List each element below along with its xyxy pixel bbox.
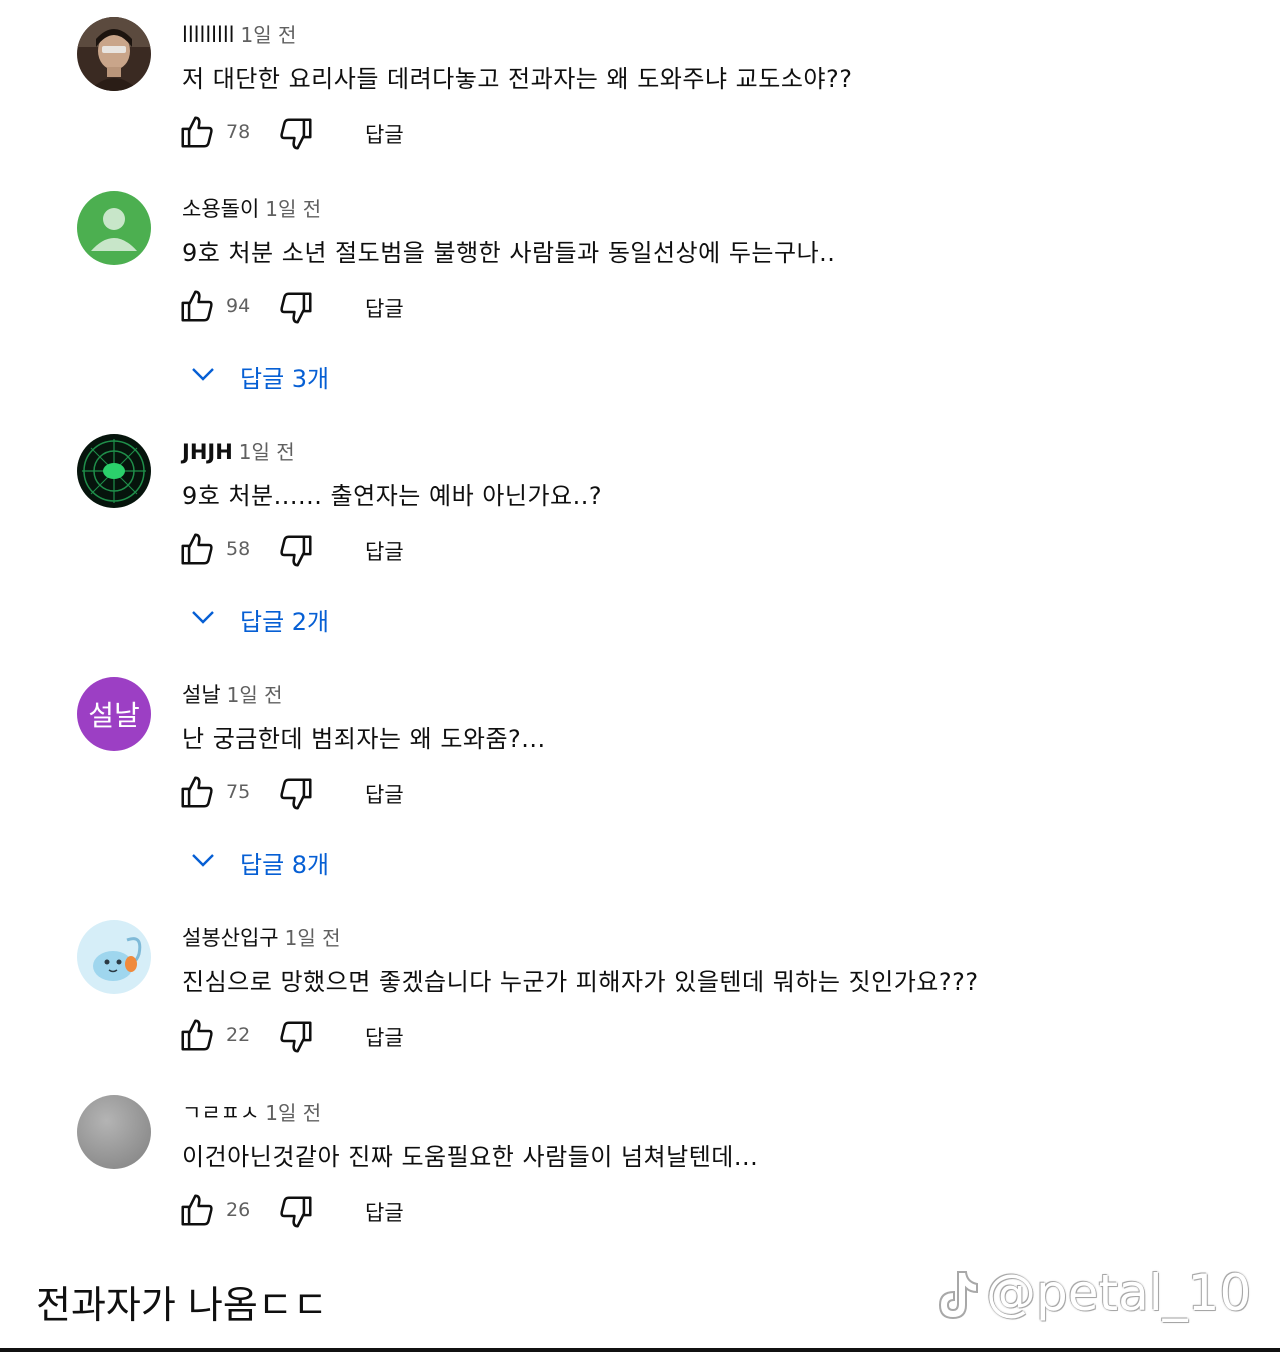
author-name[interactable]: ㄱㄹㅍㅅ xyxy=(182,1101,259,1125)
reply-button[interactable]: 답글 xyxy=(365,779,404,809)
comment-time: 1일 전 xyxy=(240,23,297,47)
dislike-button[interactable] xyxy=(277,115,315,153)
reply-button[interactable]: 답글 xyxy=(365,1197,404,1227)
comment-text: 저 대단한 요리사들 데려다놓고 전과자는 왜 도와주냐 교도소야?? xyxy=(182,65,853,93)
author-name[interactable]: 설날 xyxy=(182,683,221,707)
like-button[interactable] xyxy=(178,1191,216,1229)
replies-count: 답글 8개 xyxy=(240,851,330,879)
view-replies-button[interactable]: 답글 2개 xyxy=(188,598,388,638)
like-count: 58 xyxy=(226,538,251,560)
comment-actions: 78 답글 xyxy=(178,113,478,153)
comment-meta: JHJH 1일 전 xyxy=(182,436,295,465)
like-count: 94 xyxy=(226,295,251,317)
avatar[interactable] xyxy=(77,191,151,265)
thumb-down-icon xyxy=(280,1196,312,1228)
avatar[interactable] xyxy=(77,17,151,91)
thumb-up-icon xyxy=(181,533,213,565)
comment-actions: 75 답글 xyxy=(178,773,478,813)
avatar[interactable]: 설날 xyxy=(77,677,151,751)
default-person-icon xyxy=(77,191,151,265)
chevron-down-icon xyxy=(188,847,218,873)
comment-actions: 26 답글 xyxy=(178,1191,478,1231)
reply-button[interactable]: 답글 xyxy=(365,119,404,149)
caption-text: 전과자가 나옴ㄷㄷ xyxy=(36,1283,328,1327)
like-button[interactable] xyxy=(178,287,216,325)
thumb-down-icon xyxy=(280,535,312,567)
tiktok-logo-icon xyxy=(932,1268,980,1322)
comment-actions: 94 답글 xyxy=(178,287,478,327)
comment-actions: 22 답글 xyxy=(178,1016,478,1056)
comment-time: 1일 전 xyxy=(265,197,322,221)
comment-time: 1일 전 xyxy=(238,440,295,464)
comment-text: 난 궁금한데 범죄자는 왜 도와줌?... xyxy=(182,725,546,753)
thumb-up-icon xyxy=(181,776,213,808)
dislike-button[interactable] xyxy=(277,775,315,813)
replies-count: 답글 2개 xyxy=(240,608,330,636)
thumb-down-icon xyxy=(280,1021,312,1053)
avatar[interactable] xyxy=(77,434,151,508)
comment-meta: 소용돌이 1일 전 xyxy=(182,193,321,223)
cartoon-character-icon xyxy=(77,920,151,994)
comment-meta: 설봉산입구 1일 전 xyxy=(182,922,341,952)
avatar[interactable] xyxy=(77,920,151,994)
like-button[interactable] xyxy=(178,1016,216,1054)
thumb-up-icon xyxy=(181,290,213,322)
watermark: @petal_10 xyxy=(932,1262,1262,1326)
comment-time: 1일 전 xyxy=(265,1101,322,1125)
dislike-button[interactable] xyxy=(277,1193,315,1231)
thumb-down-icon xyxy=(280,778,312,810)
watermark-text: @petal_10 xyxy=(986,1264,1252,1322)
view-replies-button[interactable]: 답글 8개 xyxy=(188,841,388,881)
avatar[interactable] xyxy=(77,1095,151,1169)
dislike-button[interactable] xyxy=(277,532,315,570)
comment-actions: 58 답글 xyxy=(178,530,478,570)
thumb-up-icon xyxy=(181,116,213,148)
like-count: 75 xyxy=(226,781,251,803)
gray-avatar-icon xyxy=(77,1095,151,1169)
thumb-down-icon xyxy=(280,292,312,324)
like-button[interactable] xyxy=(178,773,216,811)
replies-count: 답글 3개 xyxy=(240,365,330,393)
comment-meta: lllllllll 1일 전 xyxy=(182,19,296,48)
comment-text: 진심으로 망했으면 좋겠습니다 누군가 피해자가 있을텐데 뭐하는 짓인가요??… xyxy=(182,968,979,996)
chevron-down-icon xyxy=(188,361,218,387)
reply-button[interactable]: 답글 xyxy=(365,293,404,323)
like-count: 22 xyxy=(226,1024,251,1046)
comment-meta: 설날 1일 전 xyxy=(182,679,283,709)
comment-meta: ㄱㄹㅍㅅ 1일 전 xyxy=(182,1097,321,1127)
author-name[interactable]: 설봉산입구 xyxy=(182,926,279,950)
thumb-down-icon xyxy=(280,118,312,150)
reply-button[interactable]: 답글 xyxy=(365,536,404,566)
like-button[interactable] xyxy=(178,530,216,568)
comment-text: 9호 처분 소년 절도범을 불행한 사람들과 동일선상에 두는구나.. xyxy=(182,239,836,267)
comment-time: 1일 전 xyxy=(226,683,283,707)
thumb-up-icon xyxy=(181,1019,213,1051)
view-replies-button[interactable]: 답글 3개 xyxy=(188,355,388,395)
like-button[interactable] xyxy=(178,113,216,151)
chevron-down-icon xyxy=(188,604,218,630)
comment-text: 이건아닌것같아 진짜 도움필요한 사람들이 넘쳐날텐데... xyxy=(182,1143,759,1171)
comment-text: 9호 처분...... 출연자는 예바 아닌가요..? xyxy=(182,482,603,510)
dislike-button[interactable] xyxy=(277,1018,315,1056)
reply-button[interactable]: 답글 xyxy=(365,1022,404,1052)
radar-icon xyxy=(77,434,151,508)
like-count: 78 xyxy=(226,121,251,143)
avatar-letters: 설날 xyxy=(88,699,140,732)
bottom-divider xyxy=(0,1348,1280,1352)
dislike-button[interactable] xyxy=(277,289,315,327)
author-name[interactable]: 소용돌이 xyxy=(182,197,259,221)
comment-time: 1일 전 xyxy=(284,926,341,950)
author-name[interactable]: JHJH xyxy=(182,440,233,464)
thumb-up-icon xyxy=(181,1194,213,1226)
author-name[interactable]: lllllllll xyxy=(182,23,235,47)
like-count: 26 xyxy=(226,1199,251,1221)
